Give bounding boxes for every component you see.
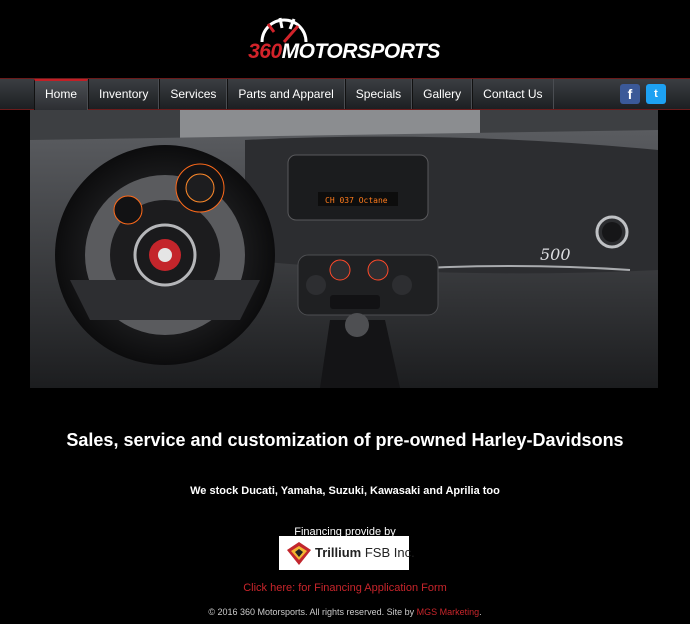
nav-item-contact-us[interactable]: Contact Us [472,79,554,109]
site-logo[interactable]: 360MOTORSPORTS [246,14,442,64]
trillium-name: Trillium [315,545,362,560]
trillium-logo[interactable]: Trillium FSB Inc. [279,536,415,570]
financing-application-link[interactable]: Click here: for Financing Application Fo… [0,582,690,594]
car-interior-illustration: CH 037 Octane 500 [30,110,658,388]
badge-500: 500 [540,245,571,264]
footer-end: . [479,607,482,617]
copyright-text: © 2016 360 Motorsports. All rights reser… [208,607,417,617]
social-links: f t [620,84,666,104]
nav-item-parts-and-apparel[interactable]: Parts and Apparel [227,79,345,109]
nav-item-specials[interactable]: Specials [344,79,413,109]
hero-image: CH 037 Octane 500 [30,110,658,388]
nav-item-inventory[interactable]: Inventory [88,79,160,109]
nav-item-gallery[interactable]: Gallery [412,79,473,109]
nav-menu: Home Inventory Services Parts and Appare… [34,79,554,111]
trillium-leaf-icon [287,542,311,565]
page-tagline: Sales, service and customization of pre-… [66,430,624,450]
logo-wordmark: 360MOTORSPORTS [246,40,442,64]
nav-item-home[interactable]: Home [34,79,89,111]
main-navigation: Home Inventory Services Parts and Appare… [0,78,690,111]
stock-brands-text: We stock Ducati, Yamaha, Suzuki, Kawasak… [190,485,500,497]
nav-item-services[interactable]: Services [159,79,228,109]
mgs-marketing-link[interactable]: MGS Marketing [417,607,480,617]
trillium-wordmark: Trillium FSB Inc. [315,545,415,560]
twitter-icon[interactable]: t [646,84,666,104]
logo-number: 360 [248,40,282,63]
trillium-suffix: FSB Inc. [361,545,415,560]
radio-display: CH 037 Octane [325,196,388,205]
site-header: 360MOTORSPORTS [0,0,690,78]
logo-word: MOTORSPORTS [281,40,441,63]
facebook-icon[interactable]: f [620,84,640,104]
site-footer: © 2016 360 Motorsports. All rights reser… [0,607,690,617]
